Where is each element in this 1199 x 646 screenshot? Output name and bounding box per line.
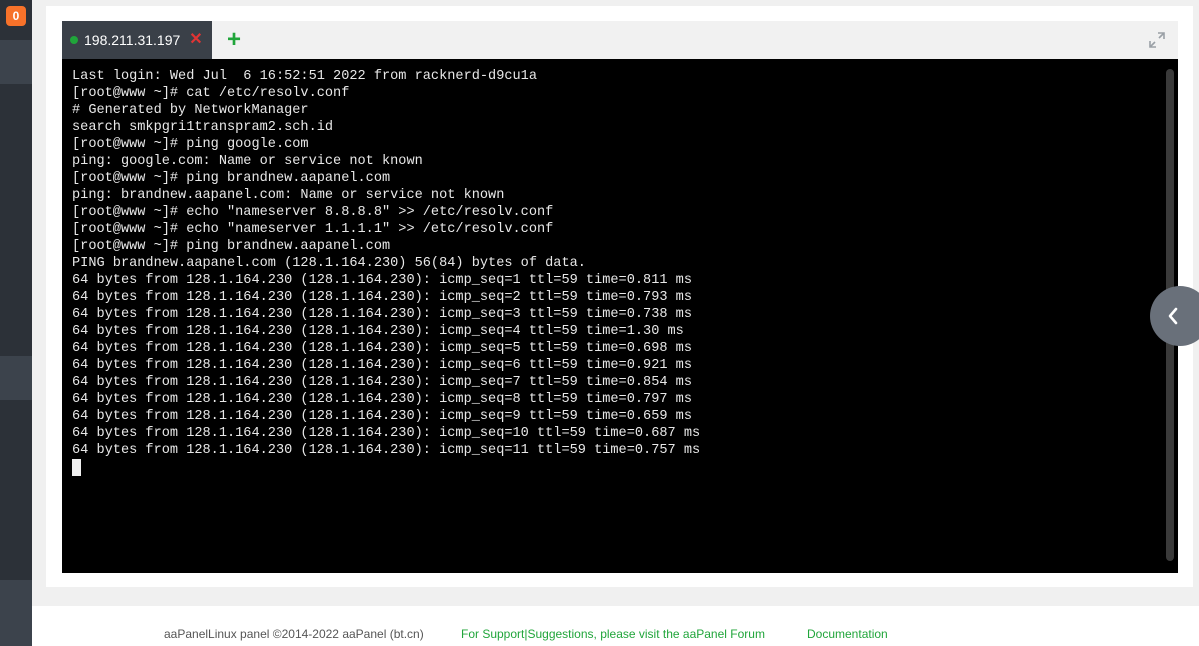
terminal-panel: 198.211.31.197 ✕ + Last login: Wed Jul 6…: [46, 6, 1193, 587]
sidebar-item[interactable]: [0, 356, 32, 400]
tab-bar: 198.211.31.197 ✕ +: [62, 21, 1178, 59]
terminal-line: # Generated by NetworkManager: [72, 103, 309, 118]
terminal-output: Last login: Wed Jul 6 16:52:51 2022 from…: [72, 68, 1152, 476]
close-icon[interactable]: ✕: [189, 32, 202, 48]
terminal-line: 64 bytes from 128.1.164.230 (128.1.164.2…: [72, 324, 684, 339]
plus-icon[interactable]: +: [222, 27, 246, 53]
support-link[interactable]: For Support|Suggestions, please visit th…: [461, 627, 765, 641]
terminal-line: 64 bytes from 128.1.164.230 (128.1.164.2…: [72, 375, 692, 390]
footer: aaPanelLinux panel ©2014-2022 aaPanel (b…: [32, 606, 1199, 646]
tab-session[interactable]: 198.211.31.197 ✕: [62, 21, 212, 59]
sidebar: 0: [0, 0, 32, 646]
terminal-line: ping: google.com: Name or service not kn…: [72, 154, 423, 169]
terminal-line: 64 bytes from 128.1.164.230 (128.1.164.2…: [72, 392, 692, 407]
sidebar-item[interactable]: [0, 40, 32, 84]
documentation-link[interactable]: Documentation: [807, 627, 888, 641]
terminal-line: 64 bytes from 128.1.164.230 (128.1.164.2…: [72, 358, 692, 373]
terminal-line: PING brandnew.aapanel.com (128.1.164.230…: [72, 256, 586, 271]
terminal-line: search smkpgri1transpram2.sch.id: [72, 120, 334, 135]
terminal-line: 64 bytes from 128.1.164.230 (128.1.164.2…: [72, 426, 701, 441]
terminal-line: 64 bytes from 128.1.164.230 (128.1.164.2…: [72, 273, 692, 288]
chevron-left-icon: [1168, 307, 1178, 325]
terminal-line: Last login: Wed Jul 6 16:52:51 2022 from…: [72, 69, 537, 84]
terminal-line: [root@www ~]# echo "nameserver 8.8.8.8" …: [72, 205, 554, 220]
fullscreen-icon[interactable]: [1148, 31, 1166, 49]
terminal-line: [root@www ~]# ping brandnew.aapanel.com: [72, 171, 391, 186]
terminal-line: [root@www ~]# echo "nameserver 1.1.1.1" …: [72, 222, 554, 237]
terminal-line: 64 bytes from 128.1.164.230 (128.1.164.2…: [72, 409, 692, 424]
copyright-text: aaPanelLinux panel ©2014-2022 aaPanel (b…: [164, 627, 424, 641]
terminal-line: 64 bytes from 128.1.164.230 (128.1.164.2…: [72, 290, 692, 305]
terminal-line: ping: brandnew.aapanel.com: Name or serv…: [72, 188, 505, 203]
terminal-line: [root@www ~]# ping google.com: [72, 137, 309, 152]
terminal-line: [root@www ~]# ping brandnew.aapanel.com: [72, 239, 391, 254]
sidebar-item[interactable]: [0, 580, 32, 646]
terminal-window[interactable]: Last login: Wed Jul 6 16:52:51 2022 from…: [62, 59, 1178, 573]
status-dot: [70, 36, 78, 44]
terminal-line: [root@www ~]# cat /etc/resolv.conf: [72, 86, 350, 101]
terminal-line: 64 bytes from 128.1.164.230 (128.1.164.2…: [72, 307, 692, 322]
terminal-cursor: [72, 459, 81, 476]
tab-label: 198.211.31.197: [84, 32, 181, 48]
terminal-line: 64 bytes from 128.1.164.230 (128.1.164.2…: [72, 443, 701, 458]
terminal-line: 64 bytes from 128.1.164.230 (128.1.164.2…: [72, 341, 692, 356]
notification-badge[interactable]: 0: [6, 6, 26, 26]
